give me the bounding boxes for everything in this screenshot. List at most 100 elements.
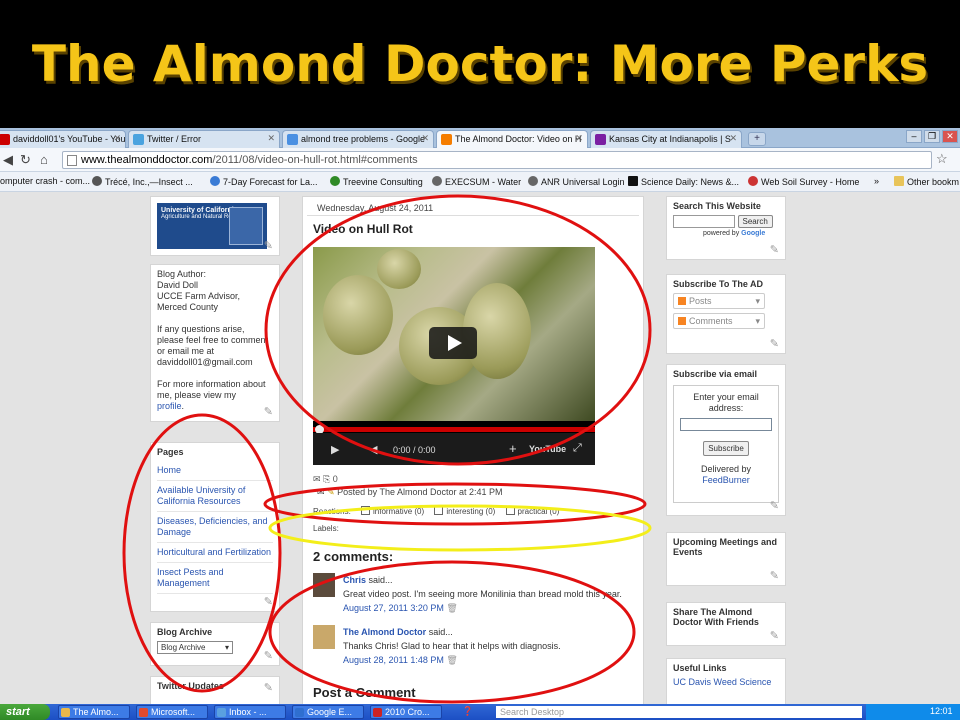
video-player[interactable]: ▶ ◀ 0:00 / 0:00 + YouTube ⤢ [313, 247, 595, 465]
bookmark-item[interactable]: EXECSUM - Water [432, 176, 521, 187]
start-button[interactable]: start [0, 704, 50, 720]
close-icon[interactable]: ✕ [267, 133, 275, 144]
comment-author[interactable]: Chris [343, 575, 366, 585]
bookmark-item[interactable]: omputer crash - com... [0, 176, 90, 186]
comment-author[interactable]: The Almond Doctor [343, 627, 426, 637]
page-link-horticultural[interactable]: Horticultural and Fertilization [157, 543, 273, 563]
task-google-earth[interactable]: Google E... [292, 705, 364, 719]
comments-feed[interactable]: Comments ▾ [673, 313, 765, 329]
new-tab-button[interactable]: + [748, 132, 766, 146]
bookmark-item[interactable]: Trécé, Inc.,—Insect ... [92, 176, 193, 187]
email-icon[interactable]: ✉ [313, 474, 321, 484]
clock: 12:01 [930, 706, 953, 716]
browser-screenshot: daviddoll01's YouTube - YouTu ✕ Twitter /… [0, 128, 960, 720]
posts-feed[interactable]: Posts ▾ [673, 293, 765, 309]
other-bookmarks[interactable]: Other bookm [894, 176, 959, 187]
edit-wrench-icon[interactable]: ✎ [770, 499, 779, 512]
posted-by: Posted by The Almond Doctor at 2:41 PM [337, 487, 503, 497]
edit-wrench-icon[interactable]: ✎ [770, 337, 779, 350]
bookmark-item[interactable]: Treevine Consulting [330, 176, 423, 187]
trash-icon[interactable]: 🗑 [446, 603, 457, 613]
uc-anr-logo[interactable]: University of California Agriculture and… [157, 203, 267, 249]
bookmark-item[interactable]: 7-Day Forecast for La... [210, 176, 318, 187]
home-icon[interactable]: ⌂ [40, 152, 48, 167]
search-button[interactable]: Search [737, 215, 773, 228]
author-name: David Doll [157, 280, 199, 290]
edit-wrench-icon[interactable]: ✎ [770, 243, 779, 256]
page-link-insect-pests[interactable]: Insect Pests and Management [157, 563, 273, 594]
pdf-icon [373, 708, 382, 717]
system-tray: 12:01 [866, 704, 960, 720]
task-microsoft[interactable]: Microsoft... [136, 705, 208, 719]
play-icon[interactable]: ▶ [331, 443, 339, 456]
tab-google[interactable]: almond tree problems - Google ✕ [282, 130, 434, 148]
close-icon[interactable]: ✕ [421, 133, 429, 144]
comment-text: Thanks Chris! Glad to hear that it helps… [343, 641, 561, 651]
close-window-icon[interactable]: ✕ [942, 130, 958, 143]
comment-date[interactable]: August 27, 2011 3:20 PM [343, 603, 444, 613]
tab-youtube[interactable]: daviddoll01's YouTube - YouTu ✕ [0, 130, 126, 148]
desktop-search-input[interactable]: Search Desktop [496, 706, 862, 718]
edit-wrench-icon[interactable]: ✎ [264, 407, 273, 418]
video-progress[interactable] [313, 425, 595, 434]
tab-twitter[interactable]: Twitter / Error ✕ [128, 130, 280, 148]
youtube-logo-icon[interactable]: YouTube [529, 444, 566, 454]
task-chrome[interactable]: The Almo... [58, 705, 130, 719]
edit-wrench-icon[interactable]: ✎ [264, 649, 273, 662]
search-input[interactable] [673, 215, 735, 229]
comment-date[interactable]: August 28, 2011 1:48 PM [343, 655, 444, 665]
edit-wrench-icon[interactable]: ✎ [264, 681, 273, 694]
email-post-icon[interactable]: ✉ [317, 487, 325, 497]
avatar[interactable] [313, 573, 335, 597]
bookmark-star-icon[interactable]: ☆ [936, 151, 948, 167]
plus-icon[interactable]: + [509, 441, 517, 456]
close-icon[interactable]: ✕ [575, 133, 583, 144]
volume-icon[interactable]: ◀ [369, 443, 377, 456]
play-button[interactable] [429, 327, 477, 359]
page-link-diseases[interactable]: Diseases, Deficiencies, and Damage [157, 512, 273, 543]
feedburner-link[interactable]: FeedBurner [678, 475, 774, 486]
profile-link[interactable]: profile [157, 401, 182, 411]
blog-page: University of California Agriculture and… [0, 192, 960, 704]
email-input[interactable] [680, 418, 772, 431]
uc-davis-weed-link[interactable]: UC Davis Weed Science [673, 677, 779, 687]
trash-icon[interactable]: 🗑 [446, 655, 457, 665]
close-icon[interactable]: ✕ [729, 133, 737, 144]
post-title[interactable]: Video on Hull Rot [303, 216, 643, 244]
subscribe-widget: Subscribe To The AD Posts ▾ Comments ▾ ✎ [666, 274, 786, 354]
reaction-checkbox[interactable] [505, 506, 515, 515]
archive-select[interactable]: Blog Archive ▾ [157, 641, 233, 654]
bookmarks-overflow[interactable]: » [874, 176, 879, 186]
back-icon[interactable]: ◀ [3, 152, 13, 168]
tab-almond-doctor[interactable]: The Almond Doctor: Video on H ✕ [436, 130, 588, 148]
task-2010-crop[interactable]: 2010 Cro... [370, 705, 442, 719]
edit-wrench-icon[interactable]: ✎ [770, 569, 779, 582]
tab-kansas-city[interactable]: Kansas City at Indianapolis | S ✕ [590, 130, 742, 148]
page-link-home[interactable]: Home [157, 461, 273, 481]
email-prompt: Enter your email address: [693, 392, 759, 413]
yahoo-icon [595, 134, 606, 145]
fullscreen-icon[interactable]: ⤢ [573, 442, 582, 455]
maximize-icon[interactable]: ❐ [924, 130, 940, 143]
bookmark-item[interactable]: Science Daily: News &... [628, 176, 739, 187]
edit-wrench-icon[interactable]: ✎ [264, 239, 273, 252]
address-bar[interactable]: www.thealmonddoctor.com/2011/08/video-on… [62, 151, 932, 169]
share-icon[interactable]: ⎘ [323, 474, 330, 484]
reaction-checkbox[interactable] [434, 506, 444, 515]
avatar[interactable] [313, 625, 335, 649]
minimize-icon[interactable]: – [906, 130, 922, 143]
page-link-resources[interactable]: Available University of California Resou… [157, 481, 273, 512]
author-email: daviddoll01@gmail.com [157, 357, 253, 367]
edit-wrench-icon[interactable]: ✎ [770, 629, 779, 642]
reload-icon[interactable]: ↻ [20, 152, 31, 168]
edit-wrench-icon[interactable]: ✎ [264, 595, 273, 608]
close-icon[interactable]: ✕ [113, 133, 121, 144]
task-inbox[interactable]: Inbox - ... [214, 705, 286, 719]
edit-pencil-icon[interactable]: ✎ [327, 487, 335, 497]
bookmark-item[interactable]: ANR Universal Login [528, 176, 625, 187]
comment: The Almond Doctor said... Thanks Chris! … [313, 625, 633, 667]
subscribe-button[interactable]: Subscribe [703, 441, 749, 456]
reaction-checkbox[interactable] [361, 506, 371, 515]
help-icon[interactable]: ❓ [462, 706, 473, 717]
bookmark-item[interactable]: Web Soil Survey - Home [748, 176, 859, 187]
